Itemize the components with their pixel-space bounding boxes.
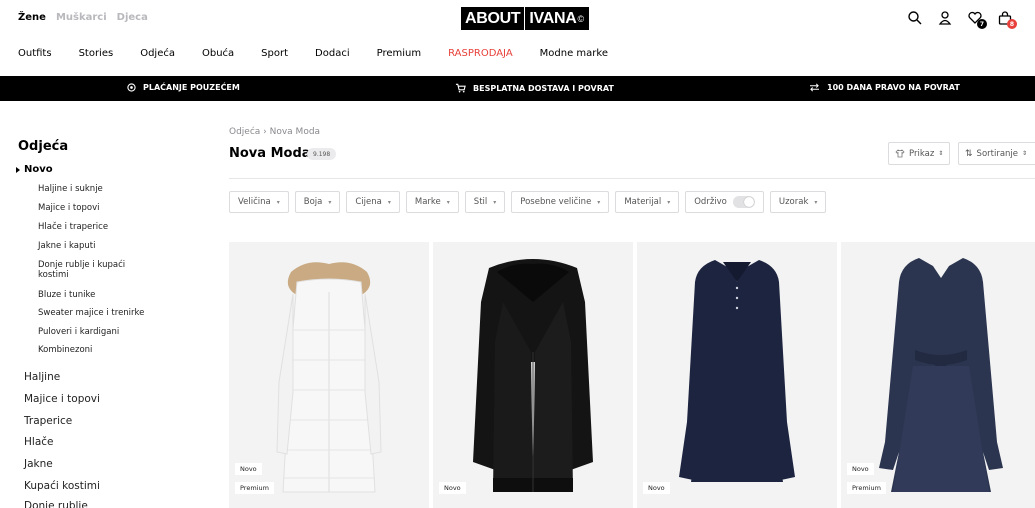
nav-sport[interactable]: Sport — [261, 48, 288, 59]
sidebar-subitem[interactable]: Hlače i traperice — [38, 222, 108, 232]
usp-banner: PLAĆANJE POUZEĆEM BESPLATNA DOSTAVA I PO… — [0, 76, 1035, 101]
nav-odjeca[interactable]: Odjeća — [140, 48, 175, 59]
gender-tab-muskarci[interactable]: Muškarci — [56, 12, 107, 23]
filter-materijal[interactable]: Materijal ▾ — [615, 191, 680, 213]
sidebar-subitem[interactable]: Majice i topovi — [38, 203, 99, 213]
gender-tabs: Žene Muškarci Djeca — [18, 12, 148, 23]
filter-cijena[interactable]: Cijena ▾ — [346, 191, 400, 213]
chevron-down-icon: ▾ — [667, 198, 671, 206]
wishlist-icon[interactable]: 7 — [967, 10, 987, 29]
product-image-navy-polo-dress — [679, 260, 795, 482]
chevron-down-icon: ▾ — [276, 198, 280, 206]
divider — [229, 178, 1035, 179]
product-tag: Novo — [643, 482, 670, 494]
caret-right-icon — [16, 166, 20, 173]
chevron-down-icon: ▾ — [446, 198, 450, 206]
nav-premium[interactable]: Premium — [377, 48, 422, 59]
sidebar-subitem[interactable]: Puloveri i kardigani — [38, 327, 119, 337]
sidebar-category[interactable]: Haljine — [24, 371, 60, 383]
filter-stil[interactable]: Stil ▾ — [464, 191, 506, 213]
swap-arrows-icon — [810, 83, 819, 92]
nav-dodaci[interactable]: Dodaci — [315, 48, 350, 59]
sort-icon: ⇅ — [965, 148, 973, 159]
product-card[interactable]: Novo Premium — [229, 242, 429, 508]
gender-tab-djeca[interactable]: Djeca — [117, 12, 148, 23]
nav-rasprodaja[interactable]: RASPRODAJA — [448, 48, 513, 59]
chevron-down-icon: ▾ — [493, 198, 497, 206]
shirt-icon — [895, 149, 905, 158]
sidebar-title: Odjeća — [18, 139, 69, 154]
sort-caret-icon: ⇕ — [938, 150, 944, 157]
coin-icon — [127, 83, 136, 92]
sort-caret-icon: ⇕ — [1022, 150, 1028, 157]
account-icon[interactable] — [937, 10, 953, 26]
filter-velicina[interactable]: Veličina ▾ — [229, 191, 289, 213]
usp-return: 100 DANA PRAVO NA POVRAT — [809, 83, 960, 92]
main-nav: Outfits Stories Odjeća Obuća Sport Dodac… — [18, 48, 635, 59]
sidebar-subitem[interactable]: Haljine i suknje — [38, 184, 103, 194]
filter-posebne-velicine[interactable]: Posebne veličine ▾ — [511, 191, 610, 213]
sidebar-subitem[interactable]: Jakne i kaputi — [38, 241, 95, 251]
sidebar-category[interactable]: Traperice — [24, 415, 72, 427]
product-tag: Premium — [847, 482, 886, 494]
sort-button[interactable]: ⇅ Sortiranje ⇕ — [958, 142, 1035, 165]
filter-bar: Veličina ▾ Boja ▾ Cijena ▾ Marke ▾ Stil ▾ Pos… — [229, 191, 827, 213]
usp-cod-label: PLAĆANJE POUZEĆEM — [143, 83, 240, 92]
wishlist-badge: 7 — [977, 19, 987, 29]
site-logo[interactable]: ABOUT IVANA © — [461, 7, 589, 30]
filter-uzorak[interactable]: Uzorak ▾ — [769, 191, 827, 213]
basket-icon[interactable]: 8 — [997, 10, 1017, 29]
product-tag: Novo — [235, 463, 262, 475]
usp-return-label: 100 DANA PRAVO NA POVRAT — [827, 83, 960, 92]
product-card[interactable]: Novo — [433, 242, 633, 508]
sidebar-subitem[interactable]: Bluze i tunike — [38, 290, 95, 300]
chevron-down-icon: ▾ — [328, 198, 332, 206]
product-tag: Novo — [847, 463, 874, 475]
logo-about: ABOUT — [461, 7, 525, 30]
sidebar-category[interactable]: Jakne — [24, 458, 53, 470]
sidebar-category[interactable]: Hlače — [24, 436, 53, 448]
usp-shipping-label: BESPLATNA DOSTAVA I POVRAT — [473, 83, 614, 93]
view-button[interactable]: Prikaz ⇕ — [888, 142, 951, 165]
product-card[interactable]: Novo Premium — [841, 242, 1035, 508]
sidebar-category[interactable]: Donje rublje — [24, 500, 88, 508]
chevron-down-icon: ▾ — [387, 198, 391, 206]
filter-marke[interactable]: Marke ▾ — [405, 191, 459, 213]
search-icon[interactable] — [907, 10, 923, 26]
sidebar-category[interactable]: Kupaći kostimi — [24, 480, 100, 492]
filter-odrzivo[interactable]: Održivo — [685, 191, 764, 213]
usp-cod: PLAĆANJE POUZEĆEM — [127, 83, 240, 92]
chevron-down-icon: ▾ — [814, 198, 818, 206]
sustainable-toggle[interactable] — [732, 196, 755, 208]
basket-badge: 8 — [1007, 19, 1017, 29]
product-image-black-aviator-jacket — [473, 259, 593, 492]
sidebar-item-novo[interactable]: Novo — [16, 164, 53, 175]
nav-stories[interactable]: Stories — [79, 48, 114, 59]
breadcrumb[interactable]: Odjeća › Nova Moda — [229, 127, 320, 137]
result-count-badge: 9.198 — [307, 148, 337, 160]
filter-boja[interactable]: Boja ▾ — [294, 191, 341, 213]
nav-modne-marke[interactable]: Modne marke — [540, 48, 608, 59]
sidebar-subitem[interactable]: Sweater majice i trenirke — [38, 308, 144, 318]
gender-tab-zene[interactable]: Žene — [18, 12, 46, 23]
page-title: Nova Moda — [229, 146, 311, 161]
nav-outfits[interactable]: Outfits — [18, 48, 52, 59]
chevron-down-icon: ▾ — [597, 198, 601, 206]
header-icons: 7 8 — [907, 10, 1017, 29]
nav-obuca[interactable]: Obuća — [202, 48, 234, 59]
sidebar-subitem[interactable]: Donje rublje i kupaći kostimi — [38, 260, 158, 280]
sidebar-subitem[interactable]: Kombinezoni — [38, 345, 92, 355]
product-card[interactable]: Novo — [637, 242, 837, 508]
sidebar-category[interactable]: Majice i topovi — [24, 393, 100, 405]
product-tag: Premium — [235, 482, 274, 494]
cart-icon — [455, 83, 466, 93]
logo-name: IVANA © — [525, 7, 589, 30]
usp-shipping: BESPLATNA DOSTAVA I POVRAT — [455, 83, 614, 93]
product-tag: Novo — [439, 482, 466, 494]
